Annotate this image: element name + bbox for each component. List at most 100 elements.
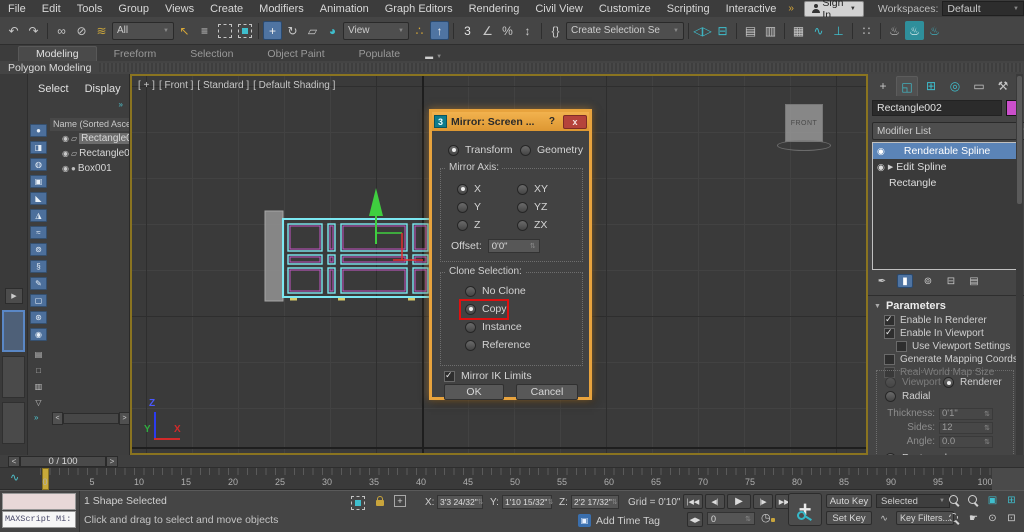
menu-rendering[interactable]: Rendering (461, 3, 528, 15)
modify-tab-icon[interactable]: ◱ (896, 76, 918, 96)
radio-icon[interactable] (457, 202, 468, 213)
selection-filter-dropdown[interactable]: All▼ (112, 22, 174, 40)
explorer-list-view-icon[interactable]: ▤ (30, 348, 47, 361)
selection-lock-icon[interactable] (376, 500, 384, 506)
spinner-icon[interactable]: ⇅ (530, 242, 536, 250)
checkbox-icon[interactable] (444, 371, 455, 382)
radio-icon[interactable] (517, 202, 528, 213)
filter-containers-icon[interactable]: ▢ (30, 294, 47, 307)
percent-snap-toggle-icon[interactable]: % (498, 21, 517, 40)
filter-shapes-icon[interactable]: ◮ (30, 209, 47, 222)
play-button[interactable]: ▶ (727, 494, 751, 509)
configure-modifier-sets-icon[interactable]: ▤ (966, 274, 982, 288)
radio-icon[interactable] (457, 184, 468, 195)
scroll-left-button[interactable]: < (52, 412, 63, 425)
material-editor-icon[interactable]: ∷ (857, 21, 876, 40)
ribbon-tab-populate[interactable]: Populate (342, 47, 417, 61)
z-coordinate-field[interactable]: 2'2 17/32" ⇅ (571, 495, 619, 509)
transform-radio[interactable]: Transform (448, 144, 512, 156)
ribbon-tab-modeling[interactable]: Modeling (18, 46, 97, 61)
cancel-button[interactable]: Cancel (516, 384, 578, 400)
filter-helpers-icon[interactable]: ◣ (30, 192, 47, 205)
toggle-layer-explorer-icon[interactable]: ▥ (761, 21, 780, 40)
maxscript-mini-listener-input[interactable]: MAXScript Mi: (2, 511, 76, 528)
zoom-extents-all-icon[interactable]: ⊞ (1003, 493, 1020, 508)
dialog-title-bar[interactable]: 3 Mirror: Screen ... ? x (432, 112, 589, 131)
time-slider[interactable]: < 0 / 100 > (8, 456, 118, 467)
next-frame-button[interactable]: |▶ (753, 494, 773, 509)
menu-modifiers[interactable]: Modifiers (251, 3, 312, 15)
viewport-shading-label[interactable]: [ Default Shading ] (253, 80, 335, 91)
offset-field[interactable]: 0'0" ⇅ (488, 239, 540, 253)
auto-key-button[interactable]: Auto Key (826, 494, 872, 508)
modifier-list-dropdown[interactable]: Modifier List ▼ (872, 122, 1024, 140)
pin-stack-icon[interactable]: ✒ (874, 274, 890, 288)
expander-icon[interactable]: ▶ (888, 163, 893, 171)
menu-file[interactable]: File (0, 3, 34, 15)
toggle-ribbon-icon[interactable]: ▦ (789, 21, 808, 40)
filter-cameras-icon[interactable]: ▣ (30, 175, 47, 188)
timeline-ruler[interactable]: 0510152025303540455055606570758085909510… (40, 468, 992, 490)
bind-to-space-warp-icon[interactable]: ≋ (92, 21, 111, 40)
menu-graph-editors[interactable]: Graph Editors (377, 3, 461, 15)
radio-icon[interactable] (517, 220, 528, 231)
ribbon-overflow-button[interactable]: ▬▼ (425, 52, 442, 61)
transform-gizmo-icon[interactable]: + (394, 495, 406, 507)
viewport-render-preset-label[interactable]: [ Standard ] (197, 80, 249, 91)
viewcube[interactable]: FRONT (785, 104, 823, 142)
stack-row-rectangle[interactable]: Rectangle (873, 175, 1019, 191)
viewcube-ring[interactable] (777, 140, 831, 151)
time-slider-next-button[interactable]: > (106, 456, 118, 467)
scroll-right-button[interactable]: > (119, 412, 130, 425)
radio-icon[interactable] (465, 340, 476, 351)
align-icon[interactable]: ⊟ (713, 21, 732, 40)
viewport-menu-button[interactable]: [ + ] (138, 80, 155, 91)
select-object-icon[interactable]: ↖ (175, 21, 194, 40)
previous-frame-button[interactable]: ◀| (705, 494, 725, 509)
mirror-axis-zx-radio[interactable]: ZX (517, 219, 547, 231)
checkbox-icon[interactable] (896, 341, 907, 352)
radio-icon[interactable] (457, 220, 468, 231)
checkbox-use-viewport-settings[interactable]: Use Viewport Settings (896, 340, 1010, 352)
menu-views[interactable]: Views (157, 3, 202, 15)
spinner-field[interactable]: 12⇅ (939, 422, 993, 434)
menu-tools[interactable]: Tools (69, 3, 111, 15)
viewport-radio[interactable]: Viewport (885, 377, 941, 388)
explorer-tab-display[interactable]: Display (85, 83, 121, 95)
radio-icon[interactable] (885, 377, 896, 388)
use-pivot-point-center-icon[interactable]: ∴ (410, 21, 429, 40)
clone-instance-radio[interactable]: Instance (465, 321, 522, 333)
pan-hand-icon[interactable]: ☛ (965, 511, 982, 526)
select-and-move-ic[interactable]: + (263, 21, 282, 40)
make-unique-icon[interactable]: ⊚ (920, 274, 936, 288)
clone-no-clone-radio[interactable]: No Clone (465, 285, 526, 297)
explorer-frame-icon[interactable]: □ (30, 364, 47, 377)
time-tag-cube-icon[interactable]: ▣ (578, 514, 591, 527)
mirror-axis-y-radio[interactable]: Y (457, 201, 481, 213)
spinner-icon[interactable]: ⇅ (478, 498, 484, 506)
named-selection-sets-dropdown[interactable]: Create Selection Se▼ (566, 22, 684, 40)
checkbox-icon[interactable] (884, 315, 895, 326)
current-frame-field[interactable]: 0 ⇅ (707, 512, 755, 525)
create-tab-icon[interactable]: + (872, 76, 894, 96)
filter-paint-icon[interactable]: ✎ (30, 277, 47, 290)
ribbon-panel-label[interactable]: Polygon Modeling (0, 62, 99, 74)
menu-animation[interactable]: Animation (312, 3, 377, 15)
explorer-name-column-header[interactable]: Name (Sorted Ascend (50, 118, 130, 131)
filter-bones-icon[interactable]: § (30, 260, 47, 273)
radio-icon[interactable] (943, 377, 954, 388)
checkbox-icon[interactable] (884, 328, 895, 339)
select-by-name-icon[interactable]: ≡ (195, 21, 214, 40)
spinner-icon[interactable]: ⇅ (984, 438, 990, 446)
geometry-radio[interactable]: Geometry (520, 144, 583, 156)
time-configuration-icon[interactable]: ◷ (761, 511, 771, 524)
mirror-ik-limits-checkbox[interactable]: Mirror IK Limits (444, 370, 532, 382)
go-to-start-button[interactable]: |◀◀ (683, 494, 703, 509)
motion-tab-icon[interactable]: ◎ (944, 76, 966, 96)
utilities-tab-icon[interactable]: ⚒ (992, 76, 1014, 96)
time-slider-prev-button[interactable]: < (8, 456, 20, 467)
checkbox-enable-in-viewport[interactable]: Enable In Viewport (884, 327, 984, 339)
render-production-icon[interactable]: ♨ (925, 21, 944, 40)
select-and-scale-icon[interactable]: ▱ (303, 21, 322, 40)
checkbox-enable-in-renderer[interactable]: Enable In Renderer (884, 314, 987, 326)
